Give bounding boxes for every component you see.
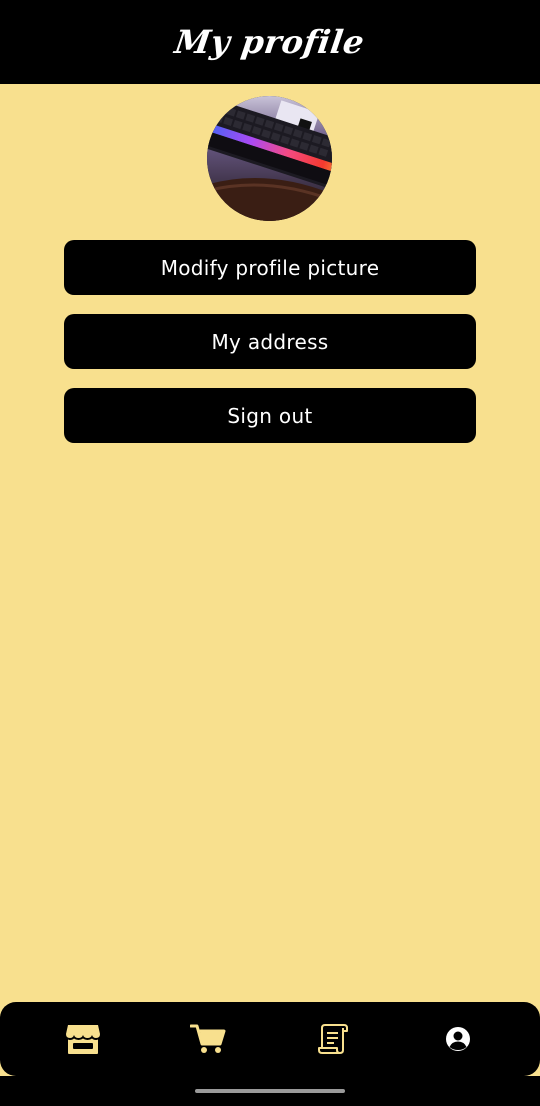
nav-store[interactable] [53, 1009, 113, 1069]
home-indicator[interactable] [195, 1089, 345, 1093]
page-title: My profile [172, 23, 368, 61]
nav-account[interactable] [428, 1009, 488, 1069]
profile-photo [207, 96, 332, 221]
receipt-icon [317, 1024, 348, 1054]
nav-orders[interactable] [303, 1009, 363, 1069]
account-circle-icon [445, 1027, 470, 1051]
profile-avatar[interactable] [207, 96, 332, 221]
modify-profile-picture-button[interactable]: Modify profile picture [64, 240, 476, 295]
my-address-button[interactable]: My address [64, 314, 476, 369]
nav-cart[interactable] [178, 1009, 238, 1069]
cart-icon [189, 1024, 225, 1053]
bottom-navigation [0, 1002, 540, 1076]
store-icon [65, 1025, 100, 1054]
sign-out-button[interactable]: Sign out [64, 388, 476, 443]
app-header: My profile [0, 0, 540, 84]
